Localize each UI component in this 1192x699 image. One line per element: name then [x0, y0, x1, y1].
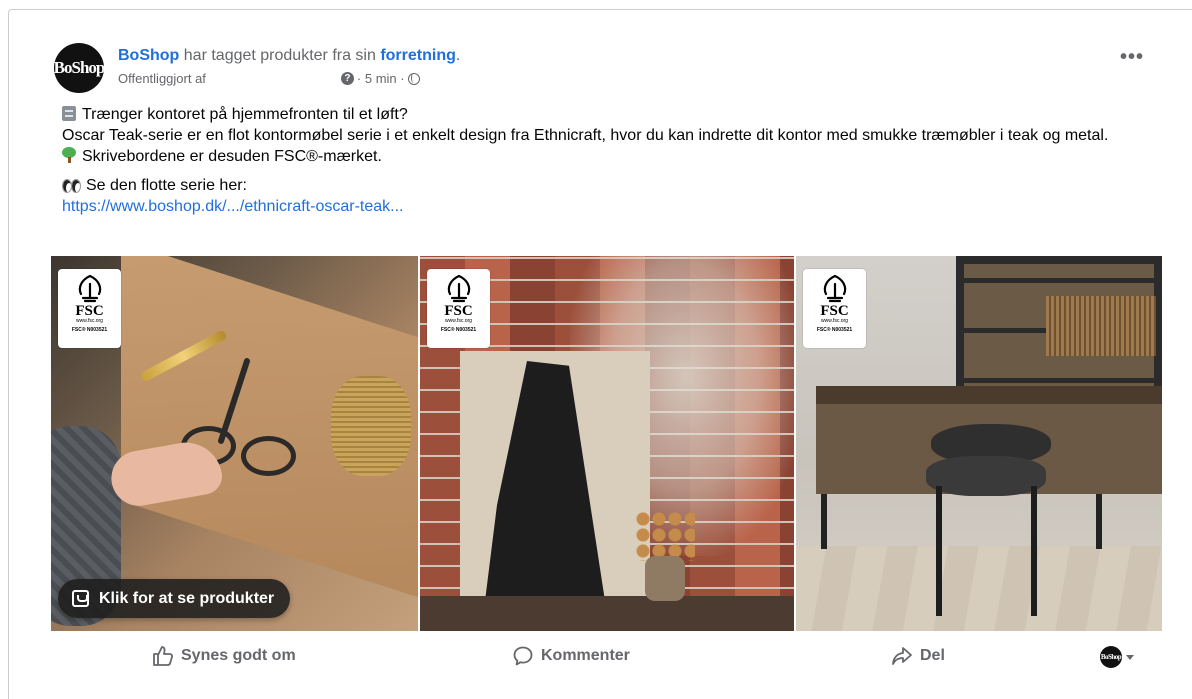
cane-panel: [1046, 296, 1156, 356]
post-image-2[interactable]: FSC www.fsc.org FSC® N003521: [420, 256, 794, 631]
cabinet-emoji: [62, 106, 76, 121]
chair-leg: [1031, 486, 1037, 616]
fsc-badge: FSC www.fsc.org FSC® N003521: [58, 269, 121, 348]
account-avatar: BoShop: [1100, 646, 1122, 668]
share-button[interactable]: Del: [891, 643, 945, 669]
product-link[interactable]: https://www.boshop.dk/.../ethnicraft-osc…: [62, 196, 1172, 217]
published-by-text: Offentliggjort af: [118, 71, 206, 86]
chair-seat: [926, 456, 1046, 496]
eyes-emoji: [62, 179, 81, 193]
see-products-button[interactable]: Klik for at se produkter: [58, 579, 291, 618]
more-icon[interactable]: •••: [1120, 46, 1144, 68]
fsc-badge: FSC www.fsc.org FSC® N003521: [427, 269, 490, 348]
globe-icon: [407, 72, 420, 85]
business-link[interactable]: forretning: [380, 47, 456, 64]
see-products-label: Klik for at se produkter: [99, 589, 275, 607]
comment-icon: [513, 646, 533, 666]
fsc-badge: FSC www.fsc.org FSC® N003521: [803, 269, 866, 348]
desk-leg: [821, 494, 827, 549]
post-image-1[interactable]: FSC www.fsc.org FSC® N003521: [51, 256, 418, 631]
shopping-bag-icon: [72, 590, 89, 607]
like-button[interactable]: Synes godt om: [152, 643, 296, 669]
post-headline: BoShop har tagget produkter fra sin forr…: [118, 47, 460, 65]
wood-floor: [796, 546, 1162, 631]
account-switcher[interactable]: BoShop: [1100, 646, 1134, 668]
page-name-link[interactable]: BoShop: [118, 47, 179, 64]
desk-leg: [1096, 494, 1102, 549]
comment-label: Kommenter: [541, 647, 630, 664]
caret-down-icon: [1126, 654, 1134, 660]
question-icon[interactable]: ?: [340, 72, 354, 85]
share-icon: [892, 647, 912, 665]
scissor-handle: [241, 436, 296, 476]
share-label: Del: [920, 647, 945, 664]
post-line-1: Trænger kontoret på hjemmefronten til et…: [62, 104, 1172, 125]
chair-leg: [936, 486, 942, 616]
tree-emoji: [62, 147, 76, 163]
post-line-2: Oscar Teak-serie er en flot kontormøbel …: [62, 127, 1109, 144]
timestamp[interactable]: · 5 min ·: [357, 71, 405, 86]
wall-artwork: [460, 351, 650, 606]
post-image-3[interactable]: FSC www.fsc.org FSC® N003521: [796, 256, 1162, 631]
desk-top: [816, 386, 1162, 404]
twine-spool: [331, 376, 411, 476]
like-label: Synes godt om: [181, 647, 296, 664]
headline-end-text: .: [455, 47, 461, 64]
comment-button[interactable]: Kommenter: [512, 643, 630, 669]
vase: [645, 556, 685, 601]
post-line-4: Se den flotte serie her:: [62, 175, 1172, 196]
thumbs-up-icon: [153, 646, 174, 666]
more-options-button[interactable]: •••: [1120, 47, 1144, 67]
fsc-logo: [447, 274, 470, 303]
post-line-3: Skrivebordene er desuden FSC®-mærket.: [62, 146, 1172, 167]
fsc-logo: [823, 274, 846, 303]
post-text: Trænger kontoret på hjemmefronten til et…: [62, 104, 1172, 217]
fsc-logo: [78, 274, 101, 303]
page-avatar[interactable]: BoShop: [54, 43, 104, 93]
dried-flowers: [635, 511, 695, 561]
headline-middle-text: har tagget produkter fra sin: [179, 47, 381, 64]
sideboard: [420, 596, 794, 631]
post-meta: Offentliggjort af ? · 5 min ·: [118, 71, 420, 86]
